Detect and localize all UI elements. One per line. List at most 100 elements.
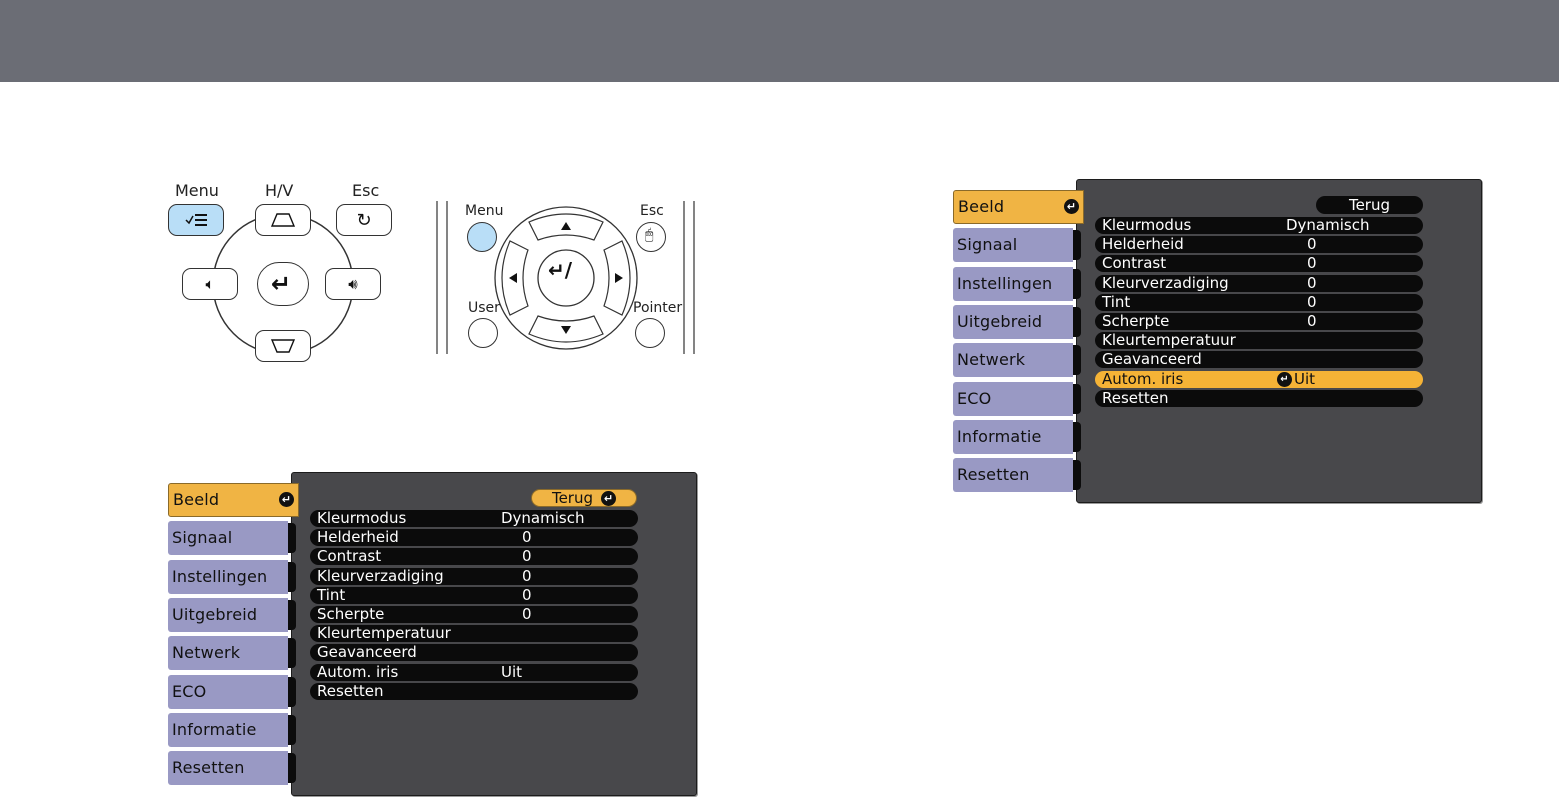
- menu-tab-signaal[interactable]: Signaal: [168, 521, 296, 556]
- menu-row-label: Helderheid: [1102, 235, 1184, 254]
- return-arrow-icon: ↻: [356, 209, 372, 231]
- remote-menu-button[interactable]: [467, 222, 497, 252]
- back-button[interactable]: Terug: [1316, 196, 1423, 214]
- menu-tab-netwerk[interactable]: Netwerk: [953, 343, 1081, 378]
- menu-tab-uitgebreid[interactable]: Uitgebreid: [953, 304, 1081, 339]
- enter-key[interactable]: ↵: [257, 262, 309, 306]
- menu-row-label: Autom. iris: [317, 662, 399, 681]
- menu-row-label: Helderheid: [317, 528, 399, 547]
- menu-row-value: 0: [522, 605, 532, 623]
- menu-row-autom-iris[interactable]: Autom. iris Uit: [310, 662, 638, 681]
- menu-row-geavanceerd[interactable]: Geavanceerd: [310, 644, 638, 662]
- esc-key[interactable]: ↻: [336, 204, 392, 236]
- back-button[interactable]: Terug ↵: [531, 489, 637, 507]
- menu-tab-label: Signaal: [172, 528, 233, 548]
- menu-row-label: Tint: [1102, 292, 1131, 311]
- remote-control-illustration: Menu Esc 🖱︎ User Pointer ↵/: [434, 198, 699, 358]
- mouse-icon: 🖱︎: [645, 227, 654, 243]
- menu-row-tint[interactable]: Tint 0: [310, 585, 638, 604]
- volume-down-key[interactable]: 🔈︎: [182, 268, 238, 300]
- menu-tab-label: Informatie: [172, 719, 257, 739]
- menu-row-value: Dynamisch: [501, 509, 585, 527]
- menu-row-value: 0: [1307, 235, 1317, 254]
- menu-row-helderheid[interactable]: Helderheid 0: [1095, 235, 1423, 254]
- menu-row-kleurverzadiging[interactable]: Kleurverzadiging 0: [1095, 273, 1423, 292]
- menu-tab-eco[interactable]: ECO: [953, 381, 1081, 416]
- menu-tab-label: Instellingen: [957, 273, 1053, 293]
- menu-tab-beeld[interactable]: Beeld ↵: [168, 483, 299, 517]
- menu-tab-label: Uitgebreid: [957, 311, 1043, 331]
- menu-row-label: Tint: [317, 585, 346, 604]
- menu-tab-label: ECO: [957, 388, 992, 408]
- menu-row-resetten[interactable]: Resetten: [310, 681, 638, 700]
- enter-icon: ↵: [271, 270, 292, 298]
- menu-row-value: Uit: [1294, 369, 1316, 388]
- remote-user-button[interactable]: [468, 318, 498, 348]
- menu-row-label: Contrast: [317, 547, 382, 566]
- menu-tab-eco[interactable]: ECO: [168, 674, 296, 709]
- menu-row-tint[interactable]: Tint 0: [1095, 292, 1423, 311]
- menu-row-contrast[interactable]: Contrast 0: [1095, 254, 1423, 273]
- menu-row-value: 0: [522, 547, 532, 566]
- enter-mouse-icon[interactable]: ↵/: [548, 258, 572, 282]
- menu-row-value: 0: [522, 566, 532, 585]
- menu-row-autom-iris[interactable]: Autom. iris ↵ Uit: [1095, 369, 1423, 388]
- volume-low-icon: 🔈︎: [205, 275, 215, 293]
- menu-row-helderheid[interactable]: Helderheid 0: [310, 528, 638, 547]
- menu-row-value: 0: [1307, 254, 1317, 273]
- menu-tab-label: Beeld: [173, 490, 220, 509]
- menu-list-icon: [185, 214, 207, 226]
- menu-tab-informatie[interactable]: Informatie: [953, 419, 1081, 454]
- menu-tab-netwerk[interactable]: Netwerk: [168, 636, 296, 671]
- menu-row-value: 0: [1307, 273, 1317, 292]
- menu-tab-label: Resetten: [172, 758, 245, 778]
- volume-up-key[interactable]: 🔊︎: [325, 268, 381, 300]
- menu-row-kleurtemperatuur[interactable]: Kleurtemperatuur: [310, 625, 638, 643]
- keystone-top-icon: [270, 213, 296, 227]
- remote-menu-label: Menu: [465, 203, 504, 219]
- menu-row-value: 0: [1307, 312, 1317, 330]
- menu-tab-label: Signaal: [957, 235, 1018, 255]
- keystone-bottom-key[interactable]: [255, 330, 311, 362]
- menu-tab-resetten[interactable]: Resetten: [953, 458, 1081, 493]
- menu-row-kleurtemperatuur[interactable]: Kleurtemperatuur: [1095, 332, 1423, 350]
- remote-pointer-button[interactable]: [635, 318, 665, 348]
- menu-tab-signaal[interactable]: Signaal: [953, 228, 1081, 263]
- keystone-bottom-icon: [270, 339, 296, 353]
- menu-row-resetten[interactable]: Resetten: [1095, 388, 1423, 407]
- menu-row-contrast[interactable]: Contrast 0: [310, 547, 638, 566]
- back-button-label: Terug: [1348, 196, 1391, 214]
- menu-tab-instellingen[interactable]: Instellingen: [168, 559, 296, 594]
- control-panel-illustration: Menu H/V Esc ↻ 🔈︎ ↵ 🔊︎: [165, 180, 405, 370]
- menu-tab-label: Informatie: [957, 426, 1042, 446]
- menu-tab-resetten[interactable]: Resetten: [168, 751, 296, 786]
- menu-row-label: Scherpte: [1102, 312, 1170, 330]
- menu-row-scherpte[interactable]: Scherpte 0: [1095, 313, 1423, 330]
- menu-row-kleurmodus[interactable]: Kleurmodus Dynamisch: [1095, 217, 1423, 234]
- menu-tab-uitgebreid[interactable]: Uitgebreid: [168, 597, 296, 632]
- menu-tab-label: Netwerk: [957, 350, 1026, 370]
- menu-row-label: Resetten: [1102, 388, 1169, 407]
- menu-row-label: Geavanceerd: [1102, 350, 1202, 369]
- menu-tab-label: Instellingen: [172, 566, 268, 586]
- menu-key[interactable]: [168, 204, 224, 236]
- menu-tab-instellingen[interactable]: Instellingen: [953, 266, 1081, 301]
- menu-row-kleurverzadiging[interactable]: Kleurverzadiging 0: [310, 566, 638, 585]
- hv-keystone-key[interactable]: [255, 204, 311, 236]
- menu-row-label: Kleurmodus: [1102, 216, 1192, 234]
- menu-row-geavanceerd[interactable]: Geavanceerd: [1095, 350, 1423, 369]
- remote-esc-button[interactable]: 🖱︎: [636, 222, 666, 252]
- menu-row-kleurmodus[interactable]: Kleurmodus Dynamisch: [310, 510, 638, 527]
- menu-tab-label: Resetten: [957, 465, 1030, 485]
- menu-row-label: Resetten: [317, 681, 384, 700]
- menu-row-scherpte[interactable]: Scherpte 0: [310, 606, 638, 623]
- menu-tab-informatie[interactable]: Informatie: [168, 712, 296, 747]
- menu-tab-beeld[interactable]: Beeld ↵: [953, 190, 1084, 224]
- menu-row-label: Scherpte: [317, 605, 385, 623]
- menu-row-label: Contrast: [1102, 254, 1167, 273]
- enter-icon: ↵: [1277, 371, 1292, 387]
- menu-row-value: 0: [1307, 292, 1317, 311]
- volume-high-icon: 🔊︎: [348, 275, 358, 293]
- enter-icon: ↵: [279, 492, 294, 507]
- remote-pointer-label: Pointer: [633, 300, 683, 316]
